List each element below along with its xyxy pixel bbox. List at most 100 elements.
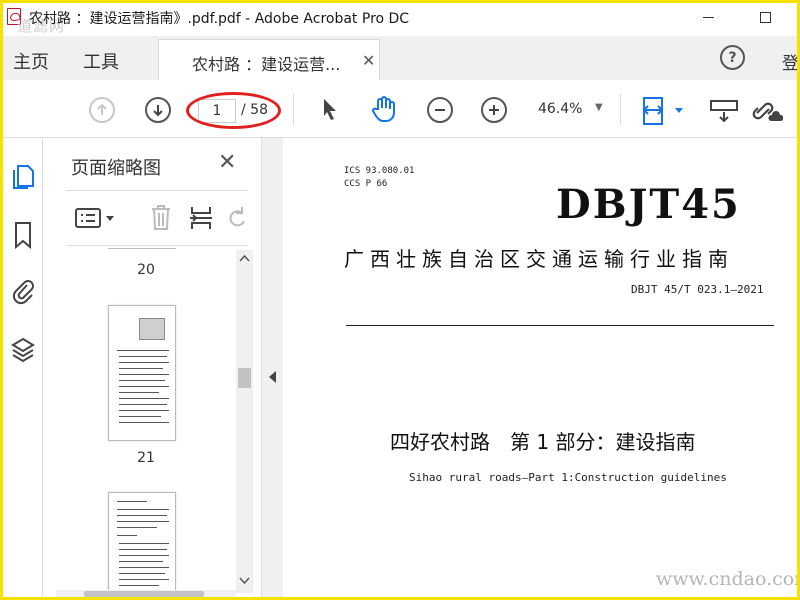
toolbar-separator bbox=[293, 94, 294, 126]
plus-icon bbox=[489, 105, 499, 115]
thumbnail-page-22[interactable] bbox=[108, 492, 176, 593]
doc-issuer: 广西壮族自治区交通运输行业指南 bbox=[344, 247, 734, 271]
extract-page-icon[interactable] bbox=[188, 203, 214, 233]
doc-standard-number: DBJT 45/T 023.1—2021 bbox=[631, 283, 764, 296]
thumbnail-text-line bbox=[117, 501, 147, 502]
thumbnail-horizontal-scrollbar[interactable] bbox=[56, 590, 236, 597]
thumbnail-text-line bbox=[117, 350, 169, 351]
bookmark-icon[interactable] bbox=[10, 220, 36, 250]
thumbnail-text-line bbox=[119, 573, 165, 574]
doc-title-english: Sihao rural roads—Part 1:Construction gu… bbox=[409, 471, 727, 484]
select-cursor-icon[interactable] bbox=[321, 97, 341, 123]
doc-ccs: CCS P 66 bbox=[344, 179, 388, 189]
menu-home[interactable]: 主页 bbox=[13, 48, 49, 74]
thumbnail-text-line bbox=[117, 515, 167, 516]
thumbnail-text-line bbox=[117, 535, 137, 536]
thumbnail-text-line bbox=[119, 392, 159, 393]
next-page-button[interactable] bbox=[145, 97, 171, 123]
panel-splitter[interactable] bbox=[261, 138, 283, 597]
thumbnail-text-line bbox=[119, 579, 169, 580]
fit-page-icon[interactable] bbox=[641, 96, 687, 126]
doc-standard-logo: DBJT45 bbox=[556, 181, 741, 228]
thumbnail-figure bbox=[139, 318, 165, 340]
menu-bar: 主页 工具 农村路 ：建设运营... ✕ ? 登 bbox=[3, 36, 797, 80]
thumbnail-text-line bbox=[117, 509, 169, 510]
thumbnail-text-line bbox=[117, 521, 169, 522]
zoom-dropdown-icon[interactable]: ▼ bbox=[595, 102, 603, 113]
red-annotation-ellipse bbox=[186, 92, 281, 129]
menu-tools[interactable]: 工具 bbox=[83, 48, 119, 74]
thumbnail-text-line bbox=[119, 549, 167, 550]
collapse-panel-icon[interactable] bbox=[269, 371, 276, 383]
thumbnail-text-line bbox=[119, 422, 169, 423]
arrow-down-icon bbox=[153, 105, 163, 117]
close-tab-icon[interactable]: ✕ bbox=[362, 51, 375, 70]
window-title: 农村路 ：建设运营指南》.pdf.pdf - Adobe Acrobat Pro… bbox=[29, 11, 410, 27]
thumbnail-text-line bbox=[119, 543, 169, 544]
keyboard-tool-icon[interactable] bbox=[709, 98, 739, 124]
watermark-bottom: www.cndao.com bbox=[656, 568, 797, 590]
doc-classification: ICS 93.080.01 CCS P 66 bbox=[344, 165, 414, 191]
panel-title: 页面缩略图 bbox=[71, 158, 161, 179]
thumbnail-text-line bbox=[119, 561, 163, 562]
thumbnail-label: 20 bbox=[137, 262, 155, 278]
page-thumbnails-icon[interactable] bbox=[10, 162, 36, 192]
thumbnail-text-line bbox=[119, 368, 163, 369]
minimize-icon bbox=[702, 16, 714, 18]
thumbnail-text-line bbox=[119, 585, 159, 586]
thumbnail-page-21[interactable] bbox=[108, 305, 176, 441]
thumbnail-text-line bbox=[117, 527, 157, 528]
thumbnail-text-line bbox=[119, 374, 169, 375]
thumbnail-page-19-edge bbox=[108, 248, 176, 251]
maximize-icon bbox=[759, 11, 771, 23]
maximize-button[interactable] bbox=[745, 5, 785, 29]
arrow-up-icon bbox=[97, 103, 107, 115]
scroll-down-icon[interactable] bbox=[239, 577, 250, 585]
thumbnail-text-line bbox=[119, 356, 167, 357]
navigation-rail bbox=[3, 138, 43, 597]
thumbnail-text-line bbox=[119, 362, 169, 363]
thumbnail-text-line bbox=[119, 416, 161, 417]
help-icon[interactable]: ? bbox=[720, 45, 745, 70]
thumbnail-options-icon[interactable] bbox=[74, 206, 120, 232]
minimize-button[interactable] bbox=[688, 5, 728, 29]
thumbnail-label: 21 bbox=[137, 450, 155, 466]
layers-icon[interactable] bbox=[10, 334, 36, 364]
login-link[interactable]: 登 bbox=[782, 49, 797, 74]
close-panel-icon[interactable]: ✕ bbox=[218, 150, 236, 175]
document-tab[interactable]: 农村路 ：建设运营... ✕ bbox=[158, 39, 380, 80]
zoom-out-button[interactable] bbox=[427, 97, 453, 123]
rotate-page-icon[interactable] bbox=[226, 203, 248, 233]
thumbnail-text-line bbox=[119, 555, 169, 556]
document-tab-label: 农村路 ：建设运营... bbox=[192, 55, 341, 74]
scroll-up-icon[interactable] bbox=[239, 254, 250, 262]
acrobat-window: 道滤网 农村路 ：建设运营指南》.pdf.pdf - Adobe Acrobat… bbox=[3, 3, 797, 597]
share-link-icon[interactable] bbox=[751, 95, 783, 125]
thumbnail-text-line bbox=[119, 404, 167, 405]
toolbar: 1 / 58 46.4% ▼ bbox=[3, 80, 797, 138]
hand-tool-icon[interactable] bbox=[370, 95, 398, 123]
doc-title-chinese: 四好农村路 第 1 部分：建设指南 bbox=[390, 430, 696, 454]
doc-divider bbox=[346, 325, 774, 326]
title-bar: 道滤网 农村路 ：建设运营指南》.pdf.pdf - Adobe Acrobat… bbox=[3, 3, 797, 35]
thumbnail-text-line bbox=[119, 386, 169, 387]
thumbnail-list: 20 21 bbox=[56, 248, 236, 593]
horizontal-scrollbar-thumb[interactable] bbox=[84, 591, 204, 597]
panel-toolbar bbox=[66, 190, 248, 246]
delete-page-icon[interactable] bbox=[148, 203, 174, 233]
thumbnail-text-line bbox=[119, 398, 169, 399]
thumbnail-text-line bbox=[119, 410, 169, 411]
thumbnails-panel: 页面缩略图 ✕ 20 21 bbox=[56, 138, 256, 597]
scrollbar-thumb[interactable] bbox=[238, 368, 251, 388]
attachment-icon[interactable] bbox=[10, 276, 36, 306]
thumbnail-text-line bbox=[119, 567, 169, 568]
previous-page-button[interactable] bbox=[89, 97, 115, 123]
document-page: ICS 93.080.01 CCS P 66 DBJT45 广西壮族自治区交通运… bbox=[286, 138, 797, 597]
thumbnail-text-line bbox=[119, 380, 165, 381]
minus-icon bbox=[435, 109, 445, 111]
thumbnail-scrollbar[interactable] bbox=[236, 250, 253, 593]
toolbar-separator bbox=[620, 94, 621, 126]
zoom-level[interactable]: 46.4% bbox=[538, 101, 582, 117]
zoom-in-button[interactable] bbox=[481, 97, 507, 123]
doc-ics: ICS 93.080.01 bbox=[344, 166, 415, 176]
